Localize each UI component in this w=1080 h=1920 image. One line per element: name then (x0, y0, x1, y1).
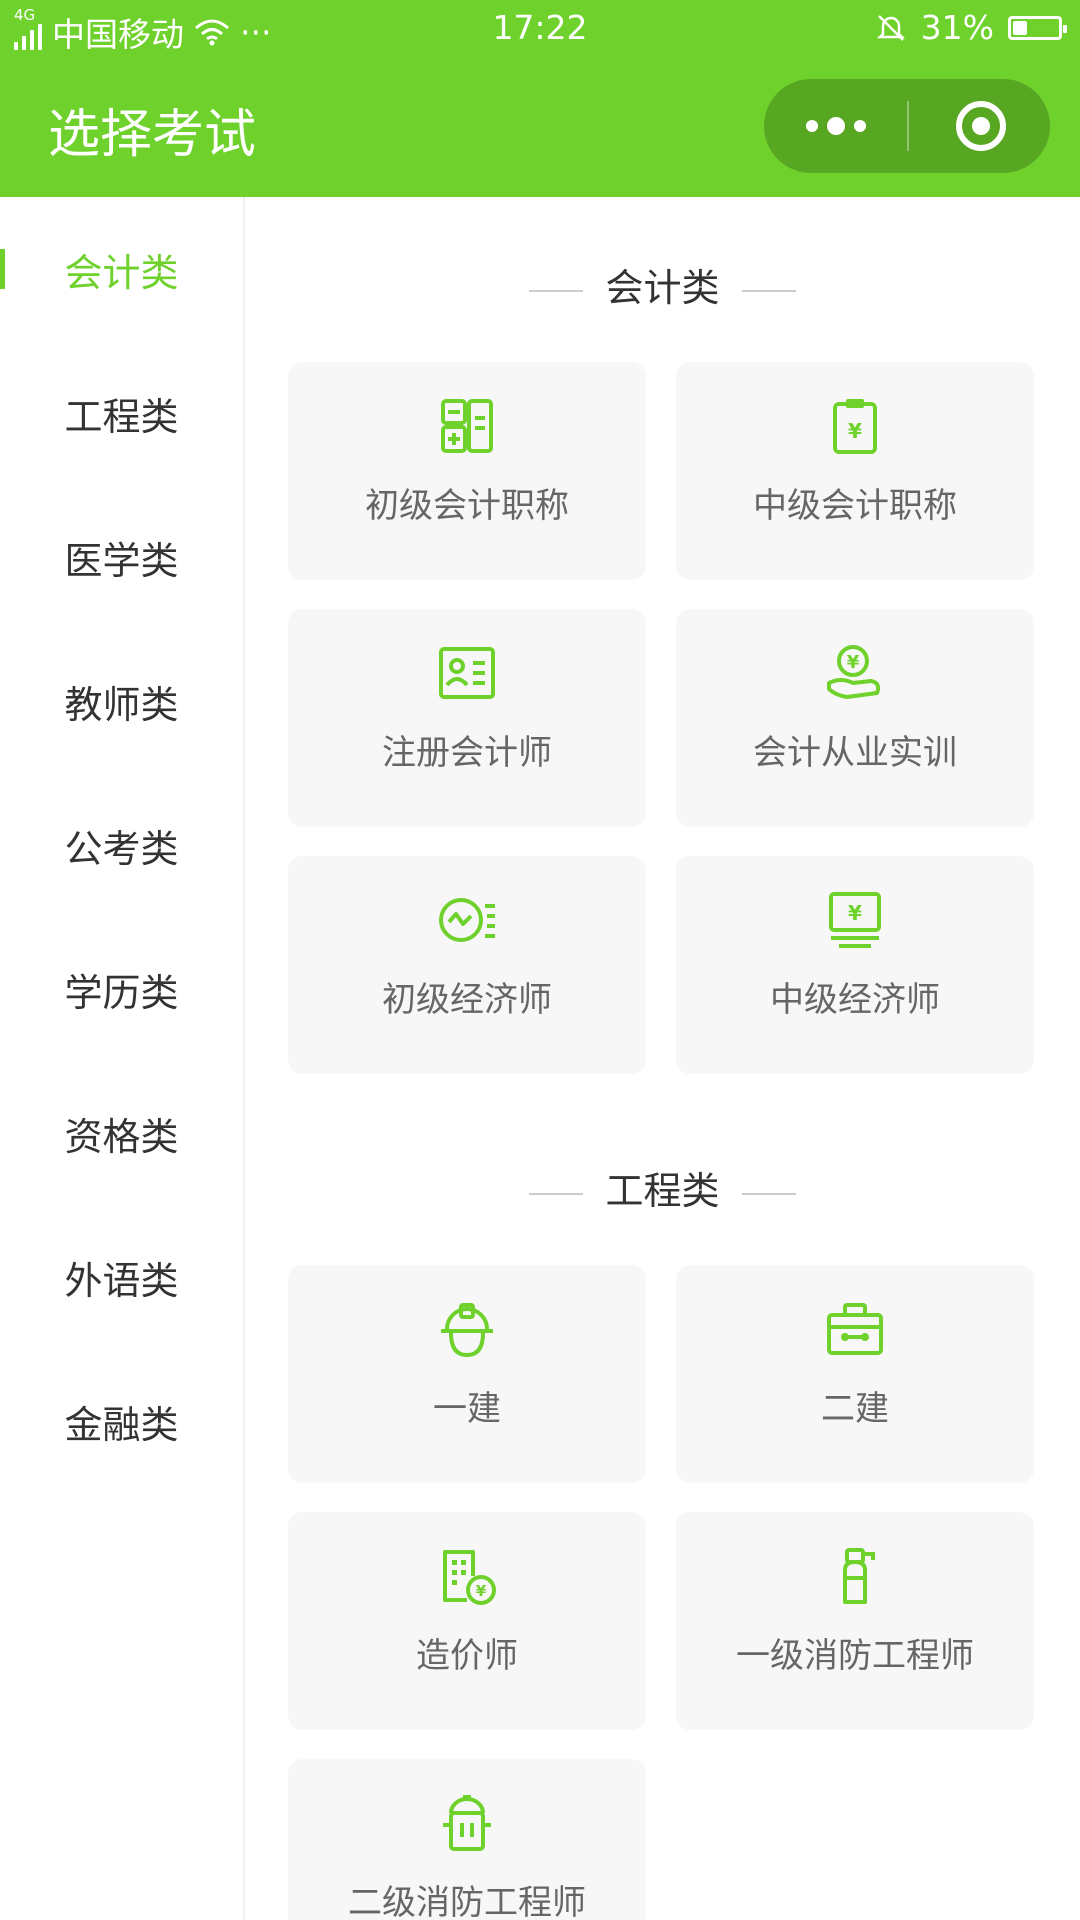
exam-card-cpa[interactable]: 注册会计师 (288, 609, 646, 827)
more-menu-button[interactable] (806, 112, 866, 140)
toolbox-icon (827, 1303, 883, 1355)
sidebar-item-qualification[interactable]: 资格类 (0, 1061, 243, 1205)
mini-program-capsule (764, 79, 1050, 173)
section-title-engineering: 工程类 (245, 1160, 1080, 1215)
extinguisher-icon (843, 1548, 875, 1604)
clipboard-yen-icon: ¥ (833, 399, 877, 454)
exam-card-first-class-fire-engineer[interactable]: 一级消防工程师 (676, 1512, 1034, 1730)
exam-card-second-class-fire-engineer[interactable]: 二级消防工程师 (288, 1759, 646, 1920)
phone-screen: 4G 中国移动 ··· 17:22 31% 选择考试 会计类 工程类 医学类 教… (0, 0, 1080, 1920)
sidebar-item-degree[interactable]: 学历类 (0, 917, 243, 1061)
exam-card-second-class-constructor[interactable]: 二建 (676, 1265, 1034, 1483)
sidebar-item-finance[interactable]: 金融类 (0, 1349, 243, 1493)
exam-card-label: 二建 (821, 1389, 889, 1429)
exam-list: 会计类 初级会计职称 ¥ 中级会计职称 注册会计师 ¥ 会计从业实训 初级经济师… (245, 197, 1080, 1920)
monitor-yen-icon: ¥ (829, 892, 881, 948)
wave-chart-icon (439, 898, 495, 942)
sidebar-item-language[interactable]: 外语类 (0, 1205, 243, 1349)
exam-card-intermediate-accountant[interactable]: ¥ 中级会计职称 (676, 362, 1034, 580)
divider-line (529, 1192, 584, 1195)
exam-card-cost-engineer[interactable]: ¥ 造价师 (288, 1512, 646, 1730)
top-bar: 4G 中国移动 ··· 17:22 31% 选择考试 (0, 0, 1080, 197)
exam-card-label: 一建 (433, 1389, 501, 1429)
sidebar-item-medical[interactable]: 医学类 (0, 485, 243, 629)
divider-line (741, 1192, 796, 1195)
exam-card-junior-accountant[interactable]: 初级会计职称 (288, 362, 646, 580)
sidebar-item-accounting[interactable]: 会计类 (0, 197, 243, 341)
status-bar: 4G 中国移动 ··· 17:22 31% (0, 0, 1080, 56)
exam-card-intermediate-economist[interactable]: ¥ 中级经济师 (676, 856, 1034, 1074)
close-mini-program-button[interactable] (956, 101, 1006, 151)
svg-text:¥: ¥ (848, 901, 862, 925)
exam-card-label: 二级消防工程师 (348, 1883, 586, 1920)
helmet-icon (441, 1303, 493, 1358)
page-title: 选择考试 (48, 105, 257, 165)
exam-card-label: 初级会计职称 (365, 486, 569, 526)
exam-card-label: 注册会计师 (382, 733, 552, 773)
building-yen-icon: ¥ (443, 1550, 496, 1605)
exam-card-label: 中级会计职称 (753, 486, 957, 526)
id-card-icon (439, 647, 495, 699)
exam-card-label: 初级经济师 (382, 980, 552, 1020)
exam-card-label: 造价师 (416, 1636, 518, 1676)
exam-card-label: 中级经济师 (770, 980, 940, 1020)
category-sidebar: 会计类 工程类 医学类 教师类 公考类 学历类 资格类 外语类 金融类 (0, 197, 245, 1920)
capsule-divider (907, 101, 909, 151)
hand-coin-icon: ¥ (827, 645, 881, 699)
battery-icon (1008, 15, 1067, 40)
sidebar-item-civil-service[interactable]: 公考类 (0, 773, 243, 917)
divider-line (529, 289, 584, 292)
sidebar-item-engineering[interactable]: 工程类 (0, 341, 243, 485)
svg-text:¥: ¥ (848, 419, 862, 443)
exam-card-accounting-training[interactable]: ¥ 会计从业实训 (676, 609, 1034, 827)
hydrant-icon (443, 1795, 491, 1851)
exam-card-label: 一级消防工程师 (736, 1636, 974, 1676)
exam-card-first-class-constructor[interactable]: 一建 (288, 1265, 646, 1483)
svg-text:¥: ¥ (476, 1582, 487, 1600)
exam-card-label: 会计从业实训 (753, 733, 957, 773)
sidebar-item-teacher[interactable]: 教师类 (0, 629, 243, 773)
divider-line (741, 289, 796, 292)
bell-muted-icon (876, 14, 905, 41)
calculator-icon (441, 399, 493, 453)
section-title-accounting: 会计类 (245, 257, 1080, 312)
exam-card-junior-economist[interactable]: 初级经济师 (288, 856, 646, 1074)
svg-text:¥: ¥ (847, 652, 860, 673)
battery-percent: 31% (920, 8, 994, 47)
